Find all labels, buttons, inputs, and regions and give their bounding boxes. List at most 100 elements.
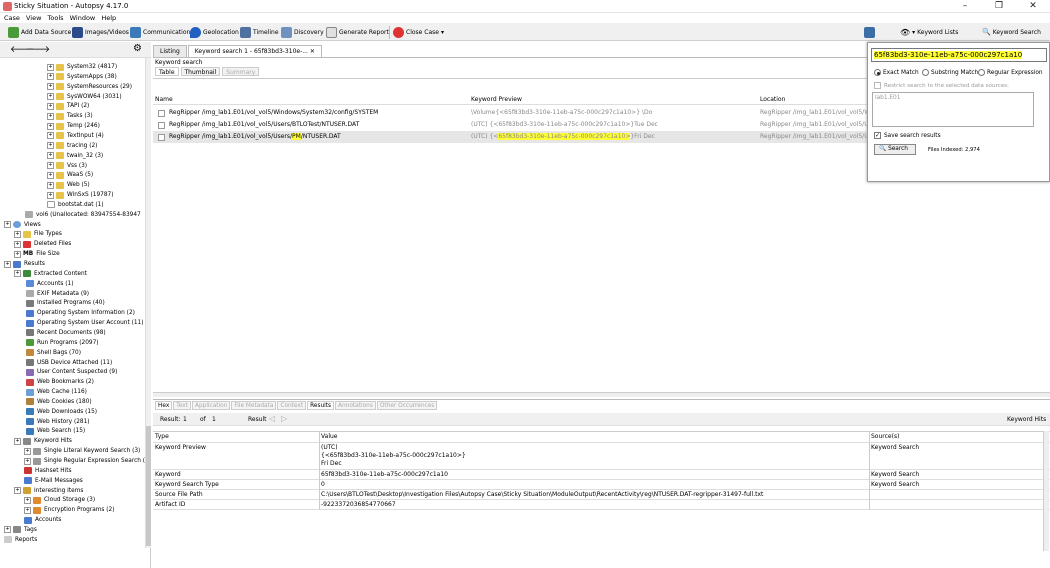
- tree-file-size[interactable]: + MB File Size: [14, 249, 60, 259]
- expand-icon[interactable]: +: [14, 437, 21, 445]
- tree-views[interactable]: + Views: [4, 220, 41, 230]
- col-type[interactable]: Type: [155, 432, 169, 442]
- expand-icon[interactable]: +: [24, 457, 31, 465]
- maximize-button[interactable]: ❐: [982, 0, 1016, 13]
- results-scrollbar[interactable]: [153, 392, 1050, 397]
- tree-extracted-item[interactable]: Shell Bags (70): [26, 348, 81, 358]
- expand-icon[interactable]: +: [47, 132, 54, 140]
- tree-extracted-item[interactable]: EXIF Metadata (9): [26, 289, 89, 299]
- table-row[interactable]: Source File Path C:\Users\BTLOTest\Deskt…: [153, 490, 1050, 500]
- split-divider[interactable]: [153, 399, 1050, 400]
- tab-application[interactable]: Application: [192, 401, 231, 410]
- keyword-search-button[interactable]: 🔍 Keyword Search: [982, 25, 1041, 39]
- close-tab-icon[interactable]: ✕: [310, 48, 315, 55]
- next-result-icon[interactable]: ▷: [281, 414, 287, 423]
- tab-listing[interactable]: Listing: [153, 45, 187, 57]
- menu-view[interactable]: View: [26, 13, 41, 23]
- tab-hex[interactable]: Hex: [155, 401, 173, 410]
- tree-folder[interactable]: + TAPI (2): [47, 101, 89, 111]
- table-row[interactable]: Keyword Search Type 0 Keyword Search: [153, 480, 1050, 490]
- tree-folder[interactable]: + SystemApps (38): [47, 72, 117, 82]
- datasource-item[interactable]: lab1.E01: [875, 95, 900, 101]
- tree-folder[interactable]: + SysWOW64 (3031): [47, 92, 122, 102]
- tree-folder[interactable]: + Temp (246): [47, 121, 100, 131]
- tree-extracted-item[interactable]: Accounts (1): [26, 279, 73, 289]
- tree-scrollbar[interactable]: [145, 58, 151, 548]
- tree-folder[interactable]: + WaaS (5): [47, 170, 93, 180]
- search-button[interactable]: 🔍 Search: [874, 144, 916, 155]
- regular-expression-radio[interactable]: Regular Expression: [978, 69, 1043, 76]
- close-window-button[interactable]: ✕: [1016, 0, 1050, 13]
- col-name[interactable]: Name: [155, 94, 173, 105]
- tree-keyword-search[interactable]: + Single Literal Keyword Search (3): [24, 446, 140, 456]
- tree-folder[interactable]: + Vss (3): [47, 161, 87, 171]
- expand-icon[interactable]: +: [47, 93, 54, 101]
- expand-icon[interactable]: +: [47, 191, 54, 199]
- col-keyword-preview[interactable]: Keyword Preview: [471, 94, 522, 105]
- tree-extracted-item[interactable]: Run Programs (2097): [26, 338, 99, 348]
- expand-icon[interactable]: +: [47, 63, 54, 71]
- tree-interesting-item[interactable]: + Cloud Storage (3): [24, 495, 95, 505]
- expand-icon[interactable]: +: [4, 221, 11, 229]
- menu-help[interactable]: Help: [101, 13, 116, 23]
- datasource-list[interactable]: lab1.E01: [872, 92, 1034, 127]
- tree-extracted-item[interactable]: USB Device Attached (11): [26, 358, 112, 368]
- table-row[interactable]: Artifact ID -9223372036854770667: [153, 500, 1050, 510]
- tree-extracted-item[interactable]: Recent Documents (98): [26, 328, 106, 338]
- tree-keyword-search[interactable]: + Single Regular Expression Search (0): [24, 456, 145, 466]
- tab-keyword-search[interactable]: Keyword search 1 - 65f83bd3-310e-... ✕: [187, 45, 322, 57]
- communications-button[interactable]: Communications: [130, 25, 193, 39]
- expand-icon[interactable]: +: [14, 270, 21, 278]
- timeline-button[interactable]: Timeline: [240, 25, 279, 39]
- tree-extracted-item[interactable]: Web Cookies (180): [26, 397, 92, 407]
- expand-icon[interactable]: +: [47, 171, 54, 179]
- col-location[interactable]: Location: [760, 94, 785, 105]
- tree-folder[interactable]: + System32 (4817): [47, 62, 117, 72]
- tree-folder[interactable]: + SystemResources (29): [47, 82, 132, 92]
- gear-icon[interactable]: ⚙: [133, 43, 142, 54]
- tree-extracted-item[interactable]: Web Bookmarks (2): [26, 377, 94, 387]
- save-results-checkbox[interactable]: ✓ Save search results: [874, 132, 941, 139]
- tree-extracted-item[interactable]: Web Search (15): [26, 426, 85, 436]
- tree-folder[interactable]: bootstat.dat (1): [47, 200, 104, 210]
- tree-folder[interactable]: + Web (5): [47, 180, 90, 190]
- email-button[interactable]: [864, 25, 875, 39]
- expand-icon[interactable]: +: [47, 142, 54, 150]
- tree-results[interactable]: + Results: [4, 259, 45, 269]
- tree-folder[interactable]: + TextInput (4): [47, 131, 104, 141]
- table-row[interactable]: Keyword 65f83bd3-310e-11eb-a75c-000c297c…: [153, 470, 1050, 480]
- restrict-datasource-checkbox[interactable]: Restrict search to the selected data sou…: [874, 82, 1009, 89]
- expand-icon[interactable]: +: [14, 487, 21, 495]
- tree-folder[interactable]: + tracing (2): [47, 141, 97, 151]
- expand-icon[interactable]: +: [47, 83, 54, 91]
- tab-context[interactable]: Context: [277, 401, 307, 410]
- tab-annotations[interactable]: Annotations: [335, 401, 376, 410]
- tree-keyword-hits[interactable]: + Keyword Hits: [14, 436, 72, 446]
- expand-icon[interactable]: +: [4, 260, 11, 268]
- tree-extracted-item[interactable]: Web Downloads (15): [26, 407, 97, 417]
- tree-folder[interactable]: + WinSxS (19787): [47, 190, 114, 200]
- expand-icon[interactable]: +: [24, 496, 31, 504]
- tab-file-metadata[interactable]: File Metadata: [231, 401, 277, 410]
- tree-extracted-item[interactable]: Installed Programs (40): [26, 298, 105, 308]
- expand-icon[interactable]: +: [47, 181, 54, 189]
- tree-file-types[interactable]: + File Types: [14, 229, 62, 239]
- tree-extracted-item[interactable]: Operating System Information (2): [26, 308, 135, 318]
- menu-case[interactable]: Case: [4, 13, 20, 23]
- tree-extracted-content[interactable]: + Extracted Content: [14, 269, 87, 279]
- tree-deleted-files[interactable]: + Deleted Files: [14, 239, 71, 249]
- forward-arrow-icon[interactable]: 🡒: [26, 44, 50, 55]
- substring-match-radio[interactable]: Substring Match: [922, 69, 978, 76]
- minimize-button[interactable]: –: [948, 0, 982, 13]
- expand-icon[interactable]: +: [14, 240, 21, 248]
- expand-icon[interactable]: +: [24, 506, 31, 514]
- discovery-button[interactable]: Discovery: [281, 25, 324, 39]
- tree-reports[interactable]: Reports: [4, 535, 37, 545]
- expand-icon[interactable]: +: [4, 526, 11, 534]
- tree-interesting-item[interactable]: + Encryption Programs (2): [24, 505, 115, 515]
- tree-folder[interactable]: + twain_32 (3): [47, 151, 103, 161]
- table-row[interactable]: Keyword Preview (UTC) {<65f83bd3-310e-11…: [153, 443, 1050, 470]
- menu-tools[interactable]: Tools: [48, 13, 64, 23]
- tab-table[interactable]: Table: [155, 67, 179, 76]
- tab-summary[interactable]: Summary: [222, 67, 260, 76]
